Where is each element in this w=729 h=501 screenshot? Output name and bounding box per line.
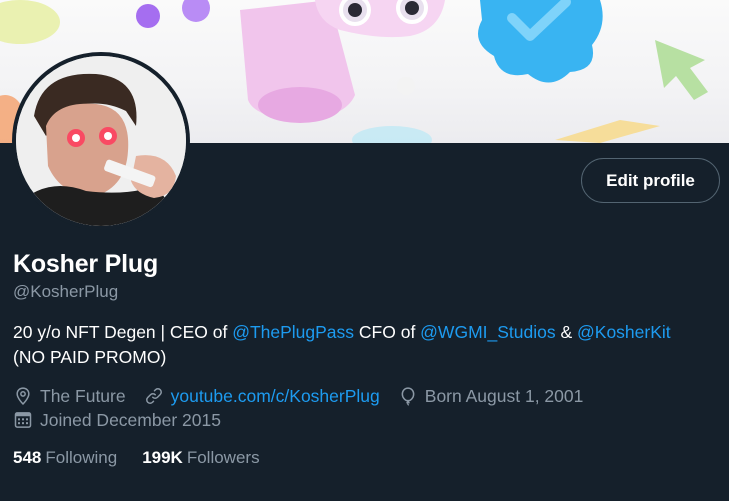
follow-stats: 548 Following 199K Followers: [13, 448, 285, 468]
banner-badge: [478, 0, 603, 83]
location-pin-icon: [16, 387, 30, 405]
bio-mention-theplugpass[interactable]: @ThePlugPass: [232, 322, 354, 342]
banner-green-arrow: [655, 40, 708, 100]
bio-text: (NO PAID PROMO): [13, 347, 167, 367]
bio-mention-wgmi-studios[interactable]: @WGMI_Studios: [420, 322, 555, 342]
followers-label: Followers: [186, 448, 260, 467]
meta-row: Joined December 2015: [13, 408, 713, 432]
banner-purple-ball-2: [182, 0, 210, 22]
banner-small-ball: [397, 77, 415, 95]
banner-yellow-bar: [555, 120, 660, 143]
meta-row: The Future youtube.com/c/KosherPlug Born…: [13, 384, 713, 408]
avatar[interactable]: [12, 52, 190, 230]
location-item: The Future: [13, 386, 126, 407]
bio-mention-kosherkit[interactable]: @KosherKit: [577, 322, 671, 342]
location-text: The Future: [40, 385, 126, 406]
edit-profile-button[interactable]: Edit profile: [581, 158, 720, 203]
avatar-illustration: [16, 56, 186, 226]
birthday-text: Born August 1, 2001: [424, 385, 584, 406]
birthday-item: Born August 1, 2001: [398, 385, 584, 407]
balloon-icon: [401, 387, 415, 406]
bio-text: CFO of: [354, 322, 421, 342]
website-link[interactable]: youtube.com/c/KosherPlug: [171, 386, 380, 407]
profile-bio: 20 y/o NFT Degen | CEO of @ThePlugPass C…: [13, 320, 713, 370]
followers-count: 199K: [142, 448, 183, 467]
banner-cyan-glow: [352, 126, 432, 143]
user-handle: @KosherPlug: [13, 282, 119, 301]
website-item: youtube.com/c/KosherPlug: [144, 386, 380, 407]
joined-text: Joined December 2015: [40, 409, 221, 430]
banner-pink-cup-base: [258, 87, 342, 123]
following-count: 548: [13, 448, 42, 467]
calendar-icon: [14, 412, 32, 428]
display-name: Kosher Plug: [13, 250, 159, 278]
following-link[interactable]: 548 Following: [13, 448, 117, 468]
joined-item: Joined December 2015: [13, 410, 221, 431]
link-icon: [145, 388, 162, 404]
banner-purple-ball: [136, 4, 160, 28]
followers-link[interactable]: 199K Followers: [142, 448, 259, 468]
following-label: Following: [45, 448, 118, 467]
bio-text: &: [555, 322, 578, 342]
banner-yellow-blob: [0, 0, 60, 44]
bio-text: 20 y/o NFT Degen | CEO of: [13, 322, 233, 342]
avatar-photo: [16, 56, 186, 226]
profile-meta: The Future youtube.com/c/KosherPlug Born…: [13, 384, 713, 432]
